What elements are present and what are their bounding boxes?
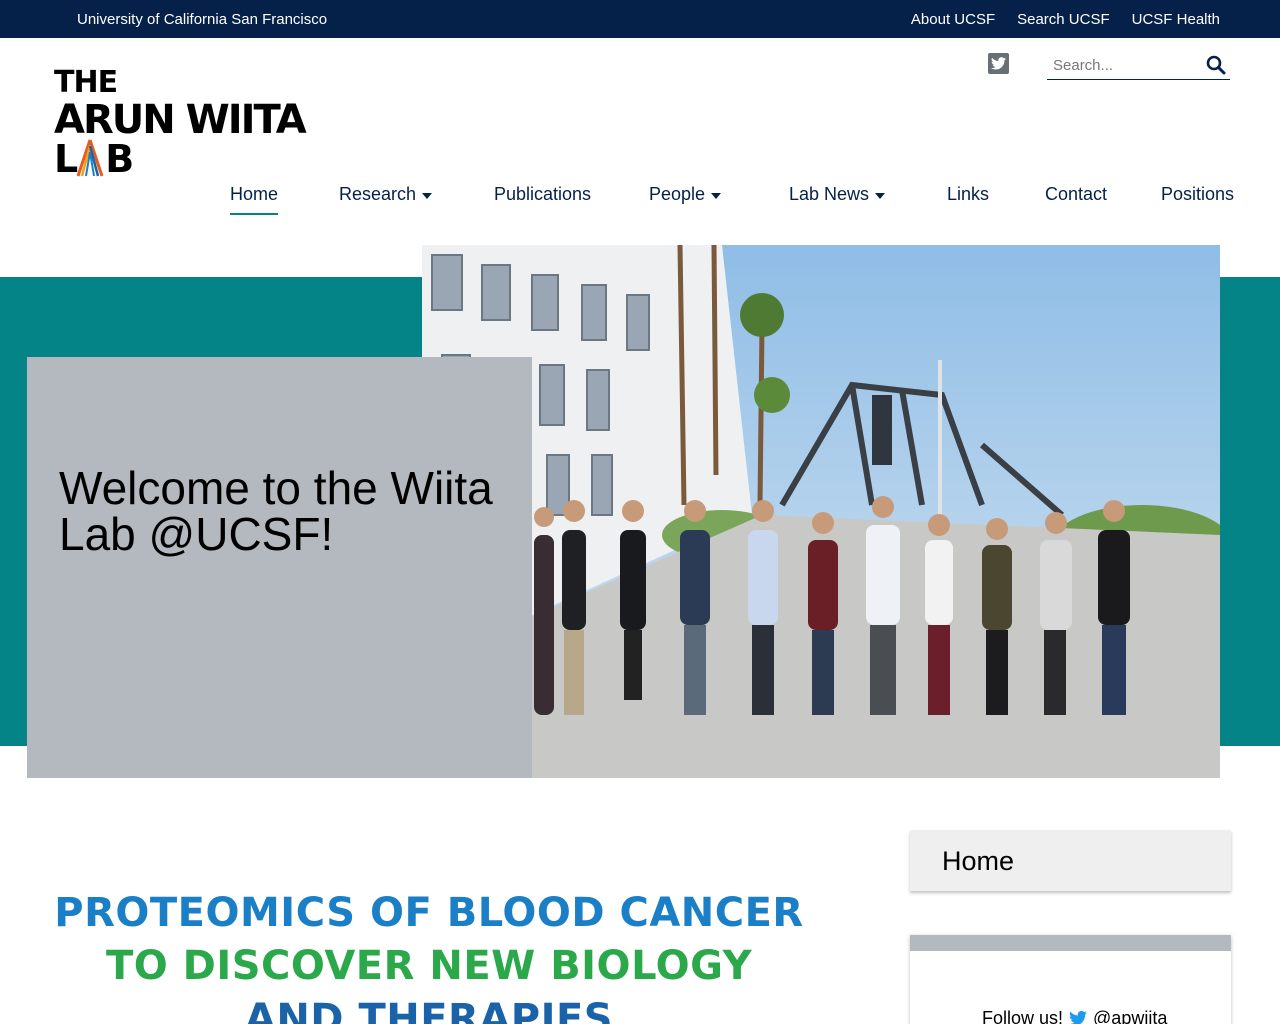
nav-item-people[interactable]: People (649, 184, 722, 205)
nav-item-label: Contact (1045, 184, 1108, 204)
follow-us-row[interactable]: Follow us! @apwiita (982, 1008, 1167, 1024)
main-navigation: Home Research Publications People Lab Ne… (0, 184, 1280, 216)
banner-line-1: PROTEOMICS OF BLOOD CANCER (54, 890, 804, 936)
follow-us-label: Follow us! (982, 1008, 1064, 1024)
twitter-follow-widget: Follow us! @apwiita (910, 935, 1231, 1024)
search-icon[interactable] (1206, 55, 1226, 75)
nav-item-links[interactable]: Links (947, 184, 989, 205)
nav-item-lab-news[interactable]: Lab News (789, 184, 886, 205)
search-ucsf-link[interactable]: Search UCSF (1017, 11, 1110, 28)
logo-letter-b: B (105, 137, 134, 181)
about-ucsf-link[interactable]: About UCSF (911, 11, 995, 28)
nav-item-research[interactable]: Research (339, 184, 433, 205)
search-input[interactable] (1047, 52, 1197, 78)
logo-spectrum-icon (76, 139, 104, 177)
site-search (1047, 52, 1230, 80)
logo-line-name: ARUN WIITA (54, 97, 307, 143)
nav-item-publications[interactable]: Publications (494, 184, 591, 205)
nav-item-label: Links (947, 184, 990, 204)
nav-item-label: Lab News (789, 184, 870, 204)
nav-item-label: Research (339, 184, 417, 204)
twitter-icon[interactable] (988, 53, 1009, 74)
lab-group-photo (422, 245, 1220, 778)
ucsf-home-link[interactable]: University of California San Francisco (77, 11, 327, 28)
nav-item-positions[interactable]: Positions (1161, 184, 1234, 205)
research-banner: PROTEOMICS OF BLOOD CANCER TO DISCOVER N… (54, 887, 804, 1024)
logo-line-the: THE (54, 65, 118, 100)
sidebar-home-menu[interactable]: Home (910, 830, 1231, 891)
twitter-bird-icon (1069, 1011, 1088, 1024)
widget-header-strip (910, 935, 1231, 951)
nav-item-label: Positions (1161, 184, 1235, 204)
twitter-handle-link[interactable]: @apwiita (1093, 1008, 1167, 1024)
logo-letter-l: L (54, 137, 78, 181)
nav-item-label: Publications (494, 184, 592, 204)
caret-down-icon (422, 193, 433, 199)
nav-item-label: Home (230, 184, 279, 204)
ucsf-health-link[interactable]: UCSF Health (1132, 11, 1220, 28)
nav-item-home[interactable]: Home (230, 184, 279, 215)
caret-down-icon (711, 193, 722, 199)
sidebar-home-label: Home (942, 846, 1015, 876)
banner-line-2: TO DISCOVER NEW BIOLOGY (105, 943, 753, 989)
lab-logo[interactable]: THE ARUN WIITA LB (54, 65, 307, 181)
nav-item-contact[interactable]: Contact (1045, 184, 1107, 205)
ucsf-utility-links: About UCSF Search UCSF UCSF Health (911, 11, 1220, 28)
hero-heading: Welcome to the Wiita Lab @UCSF! (59, 462, 493, 560)
caret-down-icon (875, 193, 886, 199)
ucsf-top-bar: University of California San Francisco A… (0, 0, 1280, 38)
nav-item-label: People (649, 184, 706, 204)
banner-line-3: AND THERAPIES (244, 996, 614, 1024)
hero-welcome-panel: Welcome to the Wiita Lab @UCSF! (27, 357, 532, 778)
